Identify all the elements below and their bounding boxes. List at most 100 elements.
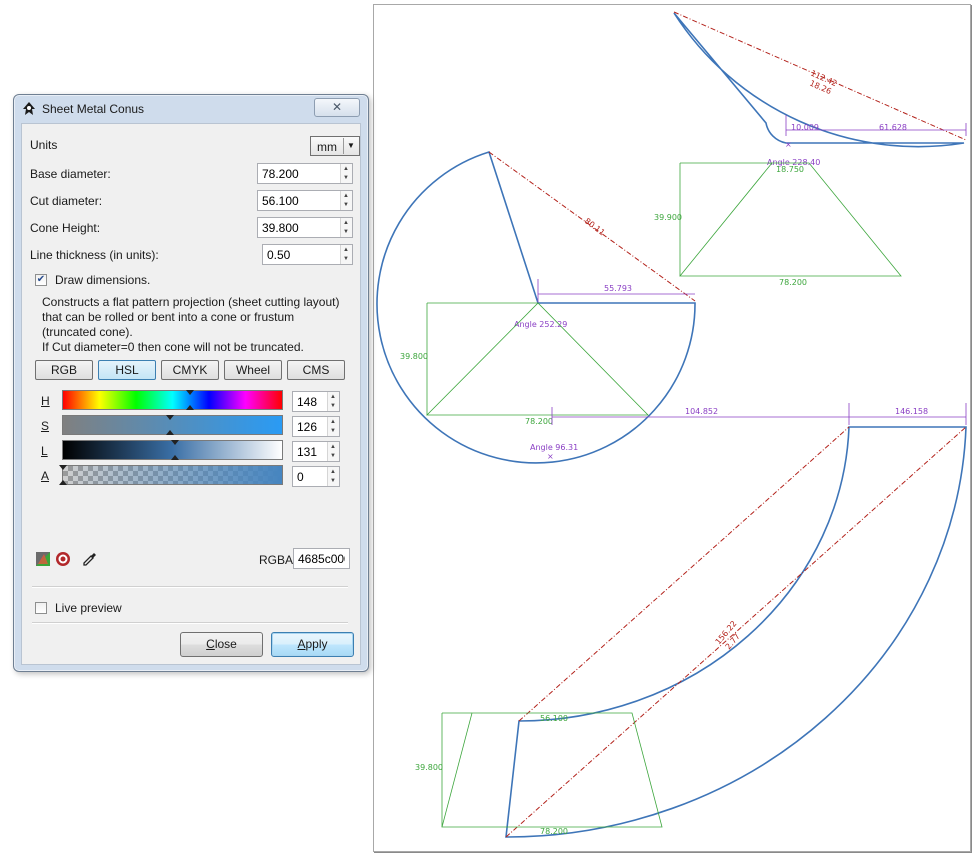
line-thickness-label: Line thickness (in units):: [30, 248, 159, 262]
drawing-canvas[interactable]: 112.42 18.26 10.009 61.628 × Angle 228.4…: [373, 4, 971, 852]
out-of-gamut-icon[interactable]: [55, 551, 71, 567]
line-thickness-stepper[interactable]: ▲ ▼: [340, 245, 352, 264]
pattern-b-height-label: 39.800: [400, 352, 428, 361]
description-text: Constructs a flat pattern projection (sh…: [42, 295, 348, 355]
cone-height-input[interactable]: [258, 218, 340, 237]
pattern-c-height-label: 39.800: [415, 763, 443, 772]
pattern-c-slant-dim: [505, 426, 967, 838]
pattern-b-radius-label: 55.793: [604, 284, 632, 293]
lightness-stepper[interactable]: ▲ ▼: [327, 442, 339, 461]
spin-down-icon[interactable]: ▼: [330, 403, 336, 409]
lightness-spinner: ▲ ▼: [292, 441, 340, 462]
tab-cmyk[interactable]: CMYK: [161, 360, 219, 380]
pattern-b-center-mark: ×: [547, 452, 554, 461]
rgba-label: RGBA:: [259, 553, 297, 567]
spin-up-icon[interactable]: ▲: [330, 444, 336, 450]
line-thickness-input[interactable]: [263, 245, 340, 264]
apply-button[interactable]: Apply: [271, 632, 354, 657]
base-diameter-input[interactable]: [258, 164, 340, 183]
saturation-input[interactable]: [293, 417, 327, 436]
pattern-a-angle-sub-label: 18.750: [776, 165, 804, 174]
window-close-button[interactable]: ✕: [314, 98, 360, 117]
description-line: that can be rolled or bent into a cone o…: [42, 310, 295, 324]
alpha-slider[interactable]: [59, 465, 283, 485]
tab-cms[interactable]: CMS: [287, 360, 345, 380]
cut-diameter-label: Cut diameter:: [30, 194, 103, 208]
hue-slider-handle-bottom[interactable]: [186, 405, 195, 410]
color-managed-icon[interactable]: [35, 551, 51, 567]
pattern-b: 80.11 55.793 Angle 252.29 39.800 78.200 …: [376, 151, 696, 464]
live-preview-checkbox[interactable]: [35, 602, 47, 614]
spin-down-icon[interactable]: ▼: [343, 202, 349, 208]
spin-down-icon[interactable]: ▼: [330, 478, 336, 484]
pattern-a-base-label: 78.200: [779, 278, 807, 287]
hue-input[interactable]: [293, 392, 327, 411]
spin-up-icon[interactable]: ▲: [330, 469, 336, 475]
spin-up-icon[interactable]: ▲: [330, 394, 336, 400]
saturation-slider-handle-top[interactable]: [166, 415, 175, 420]
tab-rgb[interactable]: RGB: [35, 360, 93, 380]
spin-down-icon[interactable]: ▼: [343, 229, 349, 235]
pattern-c-outer-label: 146.158: [895, 407, 928, 416]
alpha-slider-handle-top[interactable]: [59, 465, 67, 470]
spin-up-icon[interactable]: ▲: [343, 220, 349, 226]
pattern-b-base-label: 78.200: [525, 417, 553, 426]
spin-down-icon[interactable]: ▼: [343, 256, 349, 262]
cone-height-stepper[interactable]: ▲ ▼: [340, 218, 352, 237]
pattern-c-slant-dim-2: [518, 426, 850, 722]
dialog-client-area: Units mm ▼ Base diameter: ▲ ▼ Cut diamet…: [21, 123, 361, 665]
base-diameter-label: Base diameter:: [30, 167, 111, 181]
saturation-slider[interactable]: [62, 415, 283, 435]
units-select[interactable]: mm ▼: [310, 136, 360, 156]
spin-down-icon[interactable]: ▼: [343, 175, 349, 181]
pattern-a-cone-profile: [679, 162, 902, 277]
line-thickness-spinner: ▲ ▼: [262, 244, 353, 265]
tab-wheel[interactable]: Wheel: [224, 360, 282, 380]
hue-stepper[interactable]: ▲ ▼: [327, 392, 339, 411]
pattern-b-slant-label: 80.11: [583, 216, 607, 237]
dialog-titlebar[interactable]: Sheet Metal Conus ✕: [14, 95, 368, 121]
spin-down-icon[interactable]: ▼: [330, 428, 336, 434]
tab-hsl[interactable]: HSL: [98, 360, 156, 380]
close-button[interactable]: Close: [180, 632, 263, 657]
spin-up-icon[interactable]: ▲: [343, 247, 349, 253]
lightness-slider-handle-top[interactable]: [170, 440, 179, 445]
cut-diameter-spinner: ▲ ▼: [257, 190, 353, 211]
pattern-a-center-mark: ×: [785, 140, 792, 149]
pattern-a-radius-inner-label: 10.009: [791, 123, 819, 132]
cut-diameter-stepper[interactable]: ▲ ▼: [340, 191, 352, 210]
hue-slider[interactable]: [62, 390, 283, 410]
draw-dimensions-checkbox[interactable]: ✔: [35, 274, 47, 286]
rgba-input[interactable]: [294, 549, 349, 568]
close-icon: ✕: [331, 100, 343, 114]
lightness-slider[interactable]: [62, 440, 283, 460]
alpha-stepper[interactable]: ▲ ▼: [327, 467, 339, 486]
description-line: If Cut diameter=0 then cone will not be …: [42, 340, 304, 354]
chevron-down-icon: ▼: [343, 138, 358, 154]
saturation-spinner: ▲ ▼: [292, 416, 340, 437]
alpha-input[interactable]: [293, 467, 327, 486]
base-diameter-stepper[interactable]: ▲ ▼: [340, 164, 352, 183]
alpha-slider-handle-bottom[interactable]: [59, 480, 67, 485]
eyedropper-icon[interactable]: [82, 551, 98, 567]
hue-spinner: ▲ ▼: [292, 391, 340, 412]
cut-diameter-input[interactable]: [258, 191, 340, 210]
rgba-field: [293, 548, 350, 569]
cone-height-spinner: ▲ ▼: [257, 217, 353, 238]
lightness-slider-handle-bottom[interactable]: [170, 455, 179, 460]
spin-up-icon[interactable]: ▲: [330, 419, 336, 425]
lightness-input[interactable]: [293, 442, 327, 461]
flat-pattern-drawing: 112.42 18.26 10.009 61.628 × Angle 228.4…: [376, 11, 967, 838]
saturation-slider-handle-bottom[interactable]: [166, 430, 175, 435]
spin-down-icon[interactable]: ▼: [330, 453, 336, 459]
pattern-c: 156.22 2.77 104.852 146.158 39.800 56.10…: [415, 403, 967, 838]
spin-up-icon[interactable]: ▲: [343, 166, 349, 172]
units-label: Units: [30, 138, 58, 152]
description-line: (truncated cone).: [42, 325, 133, 339]
spin-up-icon[interactable]: ▲: [343, 193, 349, 199]
separator: [32, 622, 348, 624]
saturation-stepper[interactable]: ▲ ▼: [327, 417, 339, 436]
pattern-b-angle2-label: Angle 96.31: [530, 443, 578, 452]
hue-slider-handle-top[interactable]: [186, 390, 195, 395]
draw-dimensions-label: Draw dimensions.: [55, 273, 151, 287]
